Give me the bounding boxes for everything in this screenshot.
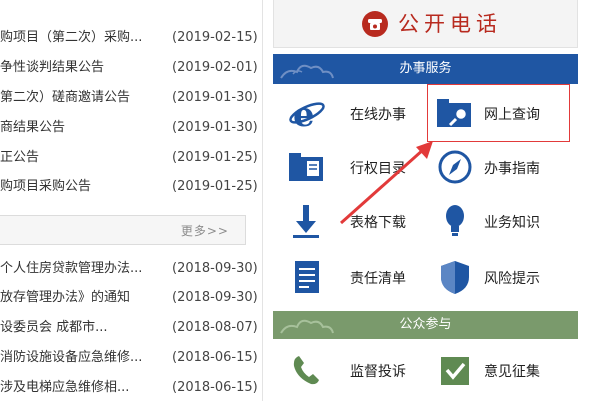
news-title[interactable]: 购项目（第二次）采购... [0, 23, 168, 53]
news-item[interactable]: 购项目（第二次）采购... (2019-02-15) [0, 23, 262, 53]
telephone-icon [293, 356, 319, 385]
service-label: 办事指南 [484, 161, 540, 177]
news-item[interactable]: 设委员会 成都市... (2018-08-07) [0, 313, 262, 343]
lightbulb-icon [446, 205, 464, 236]
news-date: (2018-09-30) [172, 261, 258, 276]
highlight-box [427, 84, 570, 142]
cloud-ornament-icon [280, 319, 334, 334]
phone-title: 公开电话 [398, 12, 502, 36]
service-download[interactable]: 表格下载 [273, 194, 433, 248]
catalog-folder-icon [289, 153, 323, 181]
more-bar: 更多>> [0, 215, 246, 245]
news-date: (2018-06-15) [172, 380, 258, 395]
news-title[interactable]: 正公告 [0, 143, 168, 173]
service-label: 责任清单 [350, 271, 406, 287]
news-title[interactable]: 放存管理办法》的通知 [0, 283, 168, 313]
service-label: 监督投诉 [350, 364, 406, 380]
news-date: (2018-06-15) [172, 350, 258, 365]
service-responsibility[interactable]: 责任清单 [273, 250, 433, 304]
news-title[interactable]: 消防设施设备应急维修... [0, 343, 168, 373]
ie-browser-icon: e [289, 95, 325, 131]
news-date: (2019-01-25) [172, 179, 258, 194]
service-label: 行权目录 [350, 161, 406, 177]
public-opinion[interactable]: 意见征集 [428, 343, 588, 397]
news-date: (2019-02-01) [172, 60, 258, 75]
news-item[interactable]: 商结果公告 (2019-01-30) [0, 113, 262, 143]
news-date: (2018-08-07) [172, 320, 258, 335]
public-phone-banner[interactable]: 公开电话 [273, 0, 578, 48]
news-date: (2019-02-15) [172, 30, 258, 45]
news-item[interactable]: 放存管理办法》的通知 (2018-09-30) [0, 283, 262, 313]
news-title[interactable]: 第二次）磋商邀请公告 [0, 83, 168, 113]
news-date: (2019-01-30) [172, 120, 258, 135]
service-label: 在线办事 [350, 107, 406, 123]
cloud-ornament-icon [280, 64, 334, 79]
service-guide[interactable]: 办事指南 [428, 140, 588, 194]
news-title[interactable]: 商结果公告 [0, 113, 168, 143]
news-title[interactable]: 涉及电梯应急维修相... [0, 373, 168, 401]
news-item[interactable]: 个人住房贷款管理办法... (2018-09-30) [0, 254, 262, 284]
compass-icon [438, 150, 472, 184]
news-item[interactable]: 购项目采购公告 (2019-01-25) [0, 172, 262, 202]
section-title: 办事服务 [399, 61, 452, 76]
news-item[interactable]: 正公告 (2019-01-25) [0, 143, 262, 173]
news-panel: 购项目（第二次）采购... (2019-02-15) 争性谈判结果公告 (201… [0, 0, 262, 401]
news-title[interactable]: 购项目采购公告 [0, 172, 168, 202]
news-item[interactable]: 消防设施设备应急维修... (2018-06-15) [0, 343, 262, 373]
service-label: 意见征集 [484, 364, 540, 380]
news-date: (2019-01-30) [172, 90, 258, 105]
service-label: 风险提示 [484, 271, 540, 287]
news-date: (2018-09-30) [172, 290, 258, 305]
news-item[interactable]: 涉及电梯应急维修相... (2018-06-15) [0, 373, 262, 401]
service-panel: 公开电话 办事服务 e 在线办事 网上查询 行权目录 办事指南 表格下载 业务知… [263, 0, 597, 401]
section-title: 公众参与 [399, 317, 452, 332]
news-item[interactable]: 第二次）磋商邀请公告 (2019-01-30) [0, 83, 262, 113]
check-mail-icon [441, 357, 469, 385]
section-header-public: 公众参与 [273, 311, 578, 339]
news-title[interactable]: 争性谈判结果公告 [0, 53, 168, 83]
news-title[interactable]: 设委员会 成都市... [0, 313, 168, 343]
section-header-service: 办事服务 [273, 54, 578, 84]
more-link[interactable]: 更多>> [181, 222, 229, 239]
service-online[interactable]: e 在线办事 [273, 86, 433, 140]
phone-icon [362, 11, 388, 37]
news-item[interactable]: 争性谈判结果公告 (2019-02-01) [0, 53, 262, 83]
service-risk[interactable]: 风险提示 [428, 250, 588, 304]
service-label: 业务知识 [484, 215, 540, 231]
public-complaint[interactable]: 监督投诉 [273, 343, 433, 397]
shield-icon [441, 261, 469, 294]
service-label: 表格下载 [350, 215, 406, 231]
document-list-icon [295, 261, 319, 293]
service-catalog[interactable]: 行权目录 [273, 140, 433, 194]
download-icon [293, 205, 319, 238]
news-date: (2019-01-25) [172, 150, 258, 165]
service-knowledge[interactable]: 业务知识 [428, 194, 588, 248]
news-title[interactable]: 个人住房贷款管理办法... [0, 254, 168, 284]
